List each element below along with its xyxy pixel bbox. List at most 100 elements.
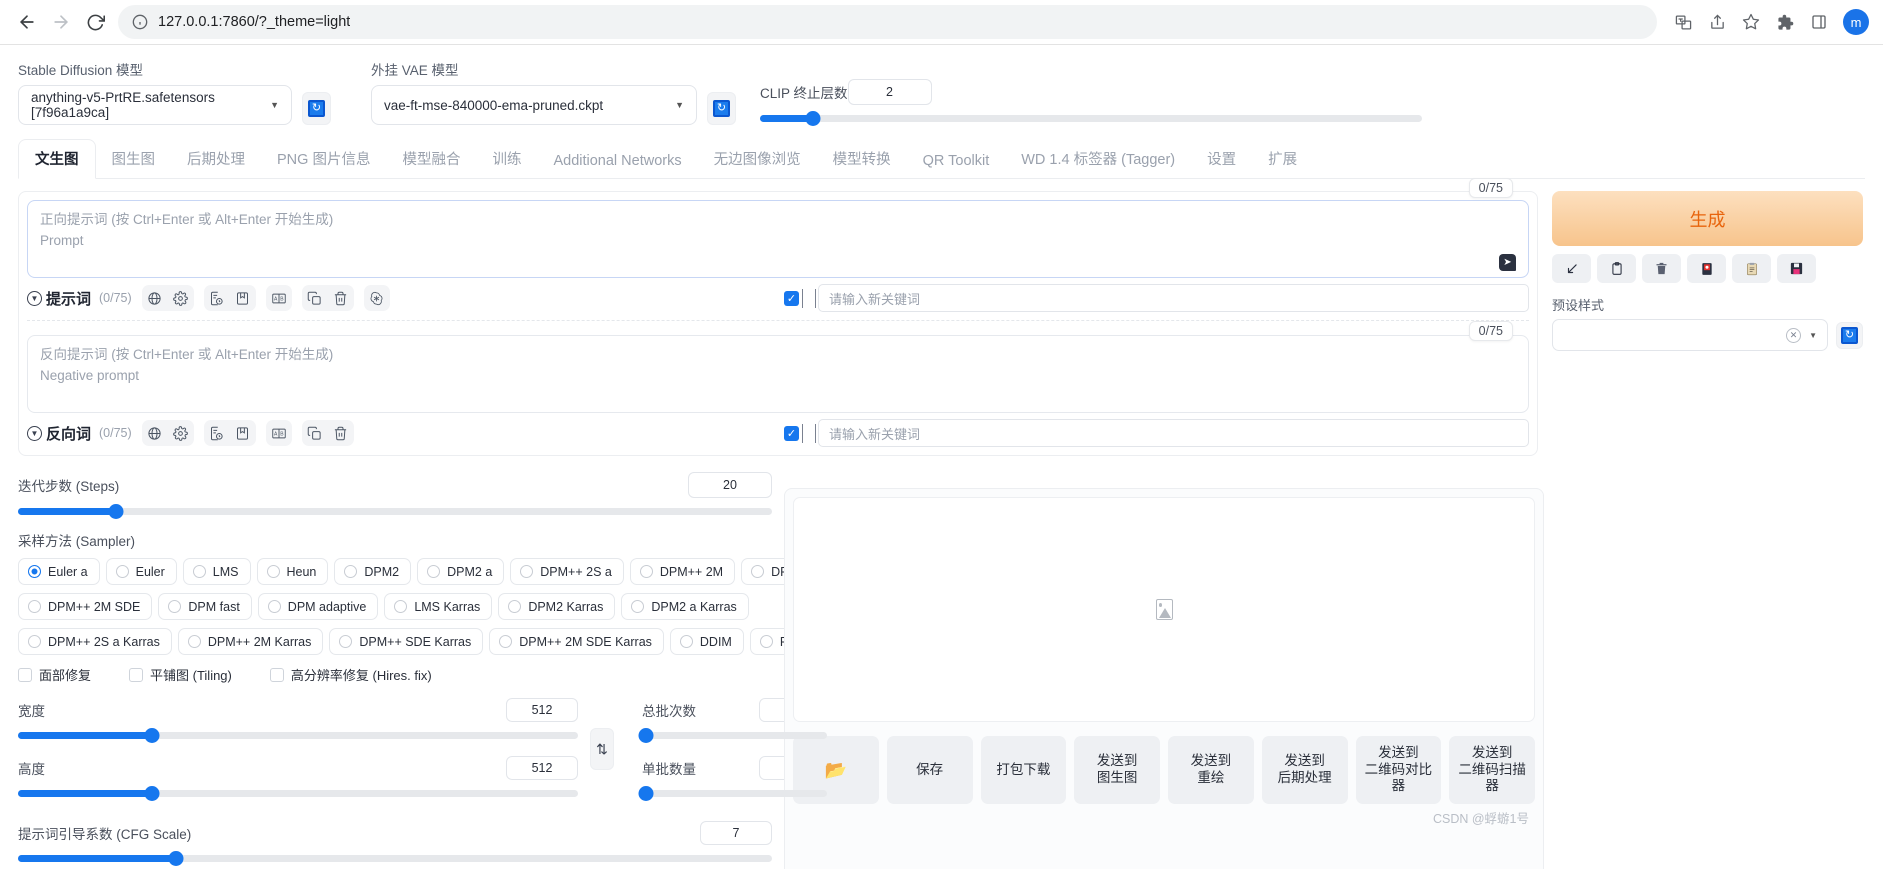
- sampler-option-dpmpp-2m[interactable]: DPM++ 2M: [629, 558, 736, 585]
- sampler-option-lms[interactable]: LMS: [182, 558, 251, 585]
- tab-train[interactable]: 训练: [476, 140, 537, 178]
- forward-arrow-icon[interactable]: [44, 5, 78, 39]
- gear-icon[interactable]: [168, 420, 194, 446]
- globe-icon[interactable]: [142, 285, 168, 311]
- sd-model-select[interactable]: anything-v5-PrtRE.safetensors [7f96a1a9c…: [18, 85, 292, 125]
- tab-txt2img[interactable]: 文生图: [18, 139, 96, 179]
- width-slider[interactable]: [18, 727, 578, 743]
- trash-icon[interactable]: [328, 420, 354, 446]
- copy-icon[interactable]: [302, 420, 328, 446]
- steps-slider[interactable]: [18, 503, 772, 519]
- slider-knob[interactable]: [638, 785, 654, 801]
- trash-icon[interactable]: [1642, 254, 1681, 283]
- sampler-option-ddim[interactable]: DDIM: [669, 628, 744, 655]
- bookmark-icon[interactable]: [230, 285, 256, 311]
- translate-ab-icon[interactable]: AB: [266, 285, 292, 311]
- tab-settings[interactable]: 设置: [1191, 140, 1252, 178]
- checkbox-hires-fix[interactable]: 高分辨率修复 (Hires. fix): [269, 665, 432, 684]
- send-to-extras-button[interactable]: 发送到 后期处理: [1261, 736, 1348, 804]
- negative-keyword-checkbox[interactable]: ✓: [784, 425, 799, 441]
- sampler-option-dpm-adaptive[interactable]: DPM adaptive: [257, 593, 379, 620]
- slider-knob[interactable]: [108, 503, 124, 519]
- send-to-qr-comparer-button[interactable]: 发送到 二维码对比器: [1355, 736, 1442, 804]
- refresh-vae-button[interactable]: ↻: [707, 92, 736, 125]
- steps-value[interactable]: 20: [688, 472, 772, 498]
- checkbox-tiling[interactable]: 平铺图 (Tiling): [129, 665, 232, 684]
- reload-icon[interactable]: [78, 5, 112, 39]
- slider-knob[interactable]: [144, 727, 160, 743]
- height-value[interactable]: 512: [506, 756, 578, 780]
- clipboard-icon[interactable]: [1597, 254, 1636, 283]
- sampler-option-dpmpp-2s-a-karras[interactable]: DPM++ 2S a Karras: [18, 628, 172, 655]
- cfg-value[interactable]: 7: [700, 821, 772, 845]
- arrow-down-left-icon[interactable]: [1552, 254, 1591, 283]
- puzzle-icon[interactable]: [1769, 6, 1801, 38]
- refresh-styles-button[interactable]: ↻: [1836, 321, 1863, 349]
- clear-x-icon[interactable]: ✕: [1786, 327, 1802, 343]
- translate-icon[interactable]: [1667, 6, 1699, 38]
- globe-icon[interactable]: [142, 420, 168, 446]
- sampler-option-dpmpp-2s-a[interactable]: DPM++ 2S a: [510, 558, 624, 585]
- document-clock-icon[interactable]: [204, 420, 230, 446]
- tab-additional-networks[interactable]: Additional Networks: [537, 145, 697, 178]
- trash-icon[interactable]: [328, 285, 354, 311]
- document-clock-icon[interactable]: [204, 285, 230, 311]
- tab-png-info[interactable]: PNG 图片信息: [261, 140, 386, 178]
- swap-dimensions-button[interactable]: ⇅: [590, 728, 614, 770]
- star-icon[interactable]: [1735, 6, 1767, 38]
- batch-size-slider[interactable]: [638, 785, 827, 801]
- send-to-qr-scanner-button[interactable]: 发送到 二维码扫描器: [1449, 736, 1535, 804]
- tab-img2img[interactable]: 图生图: [96, 140, 172, 178]
- height-slider[interactable]: [18, 785, 578, 801]
- sampler-option-dpmpp-2m-sde-karras[interactable]: DPM++ 2M SDE Karras: [489, 628, 664, 655]
- send-to-inpaint-button[interactable]: 发送到 重绘: [1168, 736, 1254, 804]
- tab-extras[interactable]: 后期处理: [171, 140, 261, 178]
- sampler-option-dpm2-karras[interactable]: DPM2 Karras: [498, 593, 616, 620]
- prompt-input[interactable]: 正向提示词 (按 Ctrl+Enter 或 Alt+Enter 开始生成) Pr…: [27, 200, 1529, 278]
- negative-prompt-input[interactable]: 反向提示词 (按 Ctrl+Enter 或 Alt+Enter 开始生成) Ne…: [27, 335, 1529, 413]
- sampler-option-euler[interactable]: Euler: [105, 558, 177, 585]
- sampler-option-lms-karras[interactable]: LMS Karras: [384, 593, 493, 620]
- sampler-option-heun[interactable]: Heun: [256, 558, 329, 585]
- slider-knob[interactable]: [638, 727, 654, 743]
- book-red-icon[interactable]: [1687, 254, 1726, 283]
- translate-ab-icon[interactable]: AB: [266, 420, 292, 446]
- prompt-keyword-input[interactable]: 请输入新关键词: [818, 284, 1529, 312]
- zip-download-button[interactable]: 打包下载: [980, 736, 1067, 804]
- slider-knob[interactable]: [805, 110, 821, 126]
- width-value[interactable]: 512: [506, 698, 578, 722]
- sampler-option-dpmpp-sde-karras[interactable]: DPM++ SDE Karras: [329, 628, 484, 655]
- floppy-save-icon[interactable]: [1777, 254, 1816, 283]
- avatar[interactable]: m: [1843, 9, 1869, 35]
- cfg-slider[interactable]: [18, 850, 772, 866]
- copy-icon[interactable]: [302, 285, 328, 311]
- vae-model-select[interactable]: vae-ft-mse-840000-ema-pruned.ckpt ▼: [371, 85, 697, 125]
- sampler-option-dpm2-a[interactable]: DPM2 a: [417, 558, 505, 585]
- negative-keyword-input[interactable]: 请输入新关键词: [818, 419, 1529, 447]
- tab-infinite-image-browsing[interactable]: 无边图像浏览: [698, 140, 817, 178]
- clip-skip-value[interactable]: 2: [847, 79, 932, 105]
- sampler-option-dpm-fast[interactable]: DPM fast: [158, 593, 252, 620]
- sampler-option-euler-a[interactable]: Euler a: [18, 558, 100, 585]
- side-panel-icon[interactable]: [1803, 6, 1835, 38]
- gear-icon[interactable]: [168, 285, 194, 311]
- sampler-option-dpm2-a-karras[interactable]: DPM2 a Karras: [621, 593, 749, 620]
- negative-section-title[interactable]: ▼ 反向词 (0/75): [27, 423, 132, 444]
- back-arrow-icon[interactable]: [10, 5, 44, 39]
- clipboard-list-icon[interactable]: [1732, 254, 1771, 283]
- slider-knob[interactable]: [144, 785, 160, 801]
- tab-extensions[interactable]: 扩展: [1252, 140, 1313, 178]
- prompt-section-title[interactable]: ▼ 提示词 (0/75): [27, 288, 132, 309]
- bookmark-icon[interactable]: [230, 420, 256, 446]
- tab-checkpoint-merger[interactable]: 模型融合: [386, 140, 476, 178]
- sampler-option-dpmpp-2m-karras[interactable]: DPM++ 2M Karras: [177, 628, 324, 655]
- send-to-img2img-button[interactable]: 发送到 图生图: [1074, 736, 1160, 804]
- checkbox-face-restore[interactable]: 面部修复: [18, 665, 91, 684]
- prompt-paste-icon[interactable]: ➤: [1499, 254, 1516, 271]
- preset-style-select[interactable]: ✕ ▼: [1552, 319, 1828, 351]
- tab-tagger[interactable]: WD 1.4 标签器 (Tagger): [1005, 140, 1191, 178]
- slider-knob[interactable]: [168, 850, 184, 866]
- tab-model-converter[interactable]: 模型转换: [817, 140, 907, 178]
- tab-qr-toolkit[interactable]: QR Toolkit: [907, 145, 1006, 178]
- save-button[interactable]: 保存: [886, 736, 973, 804]
